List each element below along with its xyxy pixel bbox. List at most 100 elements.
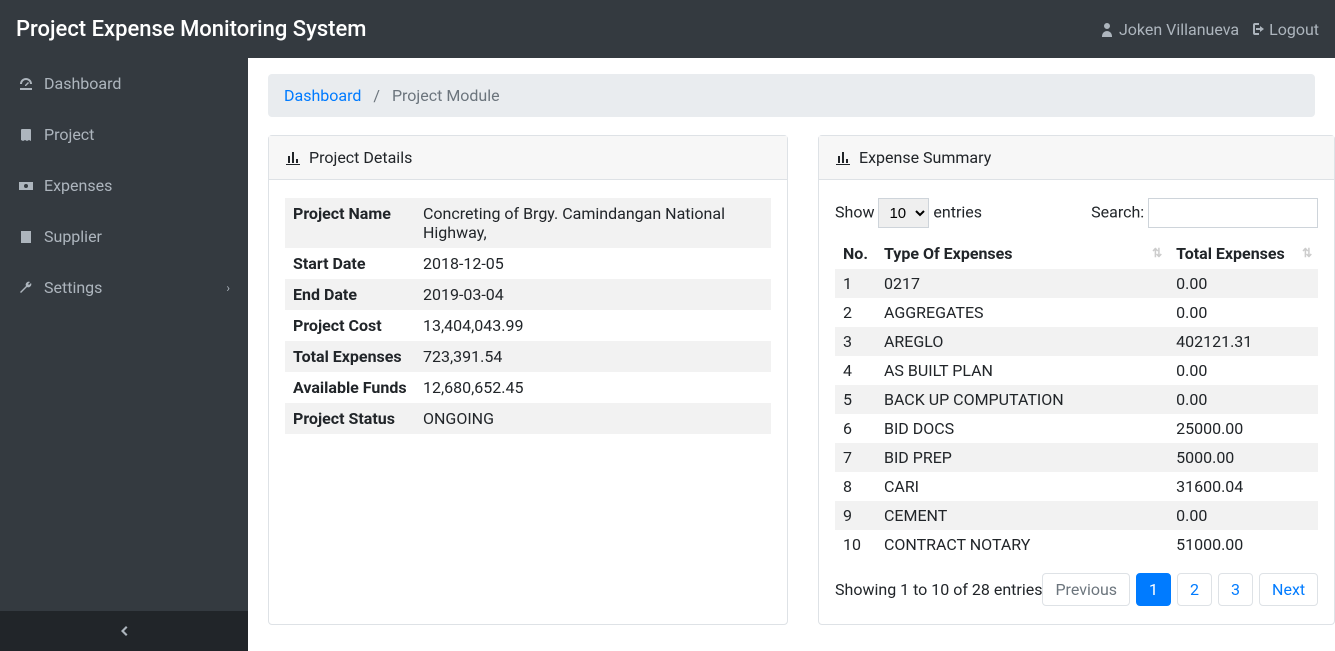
datatable-info: Showing 1 to 10 of 28 entries [835,580,1042,599]
book-icon [18,127,34,143]
table-row: 102170.00 [835,269,1318,298]
cell-total: 25000.00 [1168,414,1318,443]
cell-type: BACK UP COMPUTATION [876,385,1168,414]
table-row: 2AGGREGATES0.00 [835,298,1318,327]
cell-no: 1 [835,269,876,298]
datatable-footer: Showing 1 to 10 of 28 entries Previous12… [835,573,1318,606]
table-row: 9CEMENT0.00 [835,501,1318,530]
cell-no: 4 [835,356,876,385]
sidebar-item-dashboard[interactable]: Dashboard [0,58,248,109]
main-content: Dashboard / Project Module Project Detai… [248,58,1335,651]
entries-label: entries [933,203,982,222]
expense-summary-header: Expense Summary [819,136,1334,180]
sidebar-item-label: Settings [44,278,102,297]
cell-no: 8 [835,472,876,501]
cell-type: CONTRACT NOTARY [876,530,1168,559]
cell-total: 5000.00 [1168,443,1318,472]
cell-no: 10 [835,530,876,559]
cell-total: 0.00 [1168,385,1318,414]
sidebar-collapse-toggle[interactable] [0,611,248,651]
project-details-table: Project NameConcreting of Brgy. Camindan… [285,198,771,434]
project-details-title: Project Details [309,148,412,167]
brand-title: Project Expense Monitoring System [16,17,366,42]
search-label: Search: [1091,203,1144,222]
cell-no: 3 [835,327,876,356]
breadcrumb-separator: / [365,86,388,105]
breadcrumb: Dashboard / Project Module [268,74,1315,117]
pagination: Previous123Next [1042,573,1318,606]
pagination-page-3[interactable]: 3 [1218,573,1253,606]
sidebar-item-label: Project [44,125,94,144]
cell-type: AREGLO [876,327,1168,356]
logout-icon [1249,21,1265,37]
chevron-left-icon [116,623,132,639]
project-detail-value: 723,391.54 [415,341,771,372]
cell-total: 51000.00 [1168,530,1318,559]
project-detail-label: End Date [285,279,415,310]
user-icon [1099,21,1115,37]
project-detail-value: 2018-12-05 [415,248,771,279]
cell-no: 5 [835,385,876,414]
topbar: Project Expense Monitoring System Joken … [0,0,1335,58]
chevron-right-icon: › [226,281,230,295]
money-icon [18,178,34,194]
bar-chart-icon [285,150,301,166]
sidebar-item-project[interactable]: Project [0,109,248,160]
sort-icon: ⇅ [1152,246,1162,260]
search-input[interactable] [1148,198,1318,228]
table-row: 8CARI31600.04 [835,472,1318,501]
col-type[interactable]: Type Of Expenses⇅ [876,238,1168,269]
cell-no: 6 [835,414,876,443]
project-detail-label: Project Name [285,198,415,248]
table-row: 6BID DOCS25000.00 [835,414,1318,443]
pagination-prev: Previous [1042,573,1130,606]
search-control: Search: [1091,198,1318,228]
project-detail-row: Total Expenses723,391.54 [285,341,771,372]
table-row: 3AREGLO402121.31 [835,327,1318,356]
table-row: 4AS BUILT PLAN0.00 [835,356,1318,385]
cell-type: CEMENT [876,501,1168,530]
pagination-page-2[interactable]: 2 [1177,573,1212,606]
cell-no: 7 [835,443,876,472]
table-row: 7BID PREP5000.00 [835,443,1318,472]
bar-chart-icon [835,150,851,166]
datatable-controls: Show 10 entries Search: [835,198,1318,228]
sidebar-item-label: Supplier [44,227,102,246]
sidebar-item-settings[interactable]: Settings › [0,262,248,313]
project-detail-label: Available Funds [285,372,415,403]
project-detail-row: Start Date2018-12-05 [285,248,771,279]
breadcrumb-home[interactable]: Dashboard [284,86,361,105]
cell-no: 9 [835,501,876,530]
cell-total: 0.00 [1168,501,1318,530]
pagination-page-1[interactable]: 1 [1136,573,1171,606]
logout-link[interactable]: Logout [1249,20,1319,39]
project-detail-label: Project Status [285,403,415,434]
wrench-icon [18,280,34,296]
cell-type: BID PREP [876,443,1168,472]
project-detail-value: ONGOING [415,403,771,434]
cell-total: 0.00 [1168,269,1318,298]
show-label: Show [835,203,874,222]
pagination-next[interactable]: Next [1259,573,1318,606]
user-name: Joken Villanueva [1119,20,1239,39]
expense-summary-title: Expense Summary [859,148,991,167]
dashboard-icon [18,76,34,92]
project-detail-row: Project Cost13,404,043.99 [285,310,771,341]
col-total[interactable]: Total Expenses⇅ [1168,238,1318,269]
sidebar-item-label: Expenses [44,176,112,195]
user-link[interactable]: Joken Villanueva [1099,20,1239,39]
user-box: Joken Villanueva Logout [1099,20,1319,39]
project-detail-value: Concreting of Brgy. Camindangan National… [415,198,771,248]
project-detail-value: 13,404,043.99 [415,310,771,341]
length-select[interactable]: 10 [878,198,929,228]
sidebar-item-supplier[interactable]: Supplier [0,211,248,262]
cell-type: AS BUILT PLAN [876,356,1168,385]
sidebar: Dashboard Project Expenses Supplier Settings… [0,58,248,651]
project-detail-row: Project NameConcreting of Brgy. Camindan… [285,198,771,248]
sidebar-item-expenses[interactable]: Expenses [0,160,248,211]
project-details-header: Project Details [269,136,787,180]
cell-type: CARI [876,472,1168,501]
col-no[interactable]: No. [835,238,876,269]
cell-type: 0217 [876,269,1168,298]
cell-total: 31600.04 [1168,472,1318,501]
